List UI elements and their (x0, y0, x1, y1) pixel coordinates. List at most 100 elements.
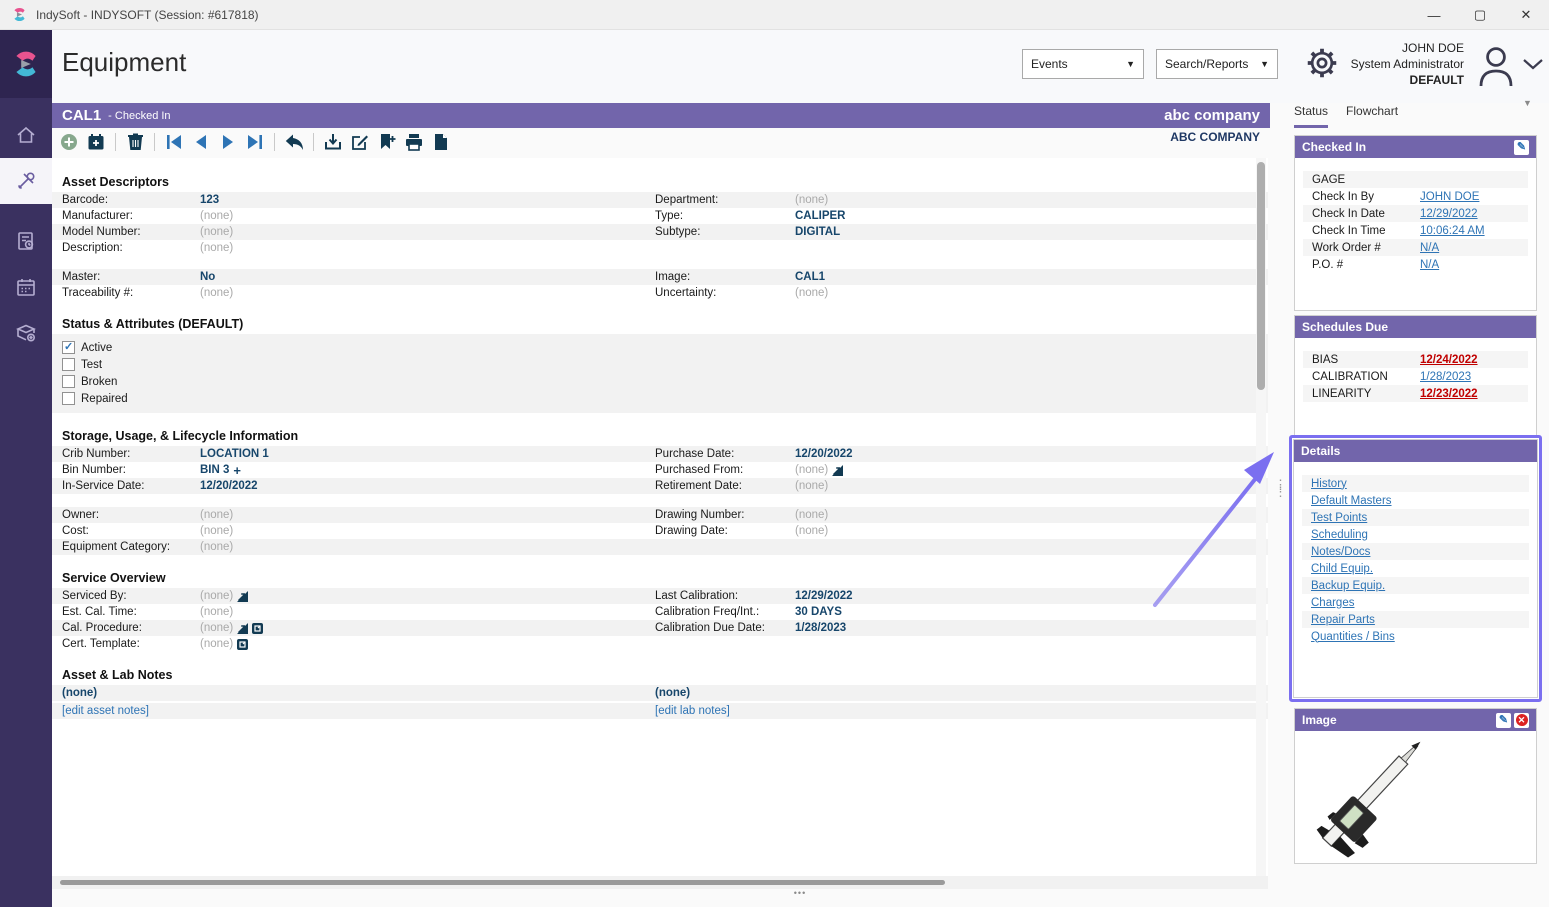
lab-notes-value: (none) (655, 687, 1268, 699)
undo-button[interactable] (283, 131, 305, 153)
sidebar-item-equipment[interactable] (0, 158, 52, 204)
bookmark-add-button[interactable] (376, 131, 398, 153)
field-value: (none) (200, 287, 655, 299)
details-link-charges[interactable]: Charges (1311, 597, 1354, 609)
events-dropdown[interactable]: Events ▼ (1022, 49, 1144, 79)
work-order-link[interactable]: N/A (1420, 242, 1528, 254)
sidebar-item-reports[interactable] (0, 218, 52, 264)
sidebar-item-home[interactable] (0, 112, 52, 158)
details-link-child-equip[interactable]: Child Equip. (1311, 563, 1373, 575)
checkbox-broken[interactable] (62, 375, 75, 388)
field-value: 12/29/2022 (795, 590, 1268, 602)
checkbox-repaired[interactable] (62, 392, 75, 405)
add-record-button[interactable] (58, 131, 80, 153)
field-label: Department: (655, 194, 795, 206)
user-info: JOHN DOE System Administrator DEFAULT (1342, 40, 1464, 88)
edit-lab-notes-link[interactable]: [edit lab notes] (655, 705, 1268, 717)
next-record-button[interactable] (217, 131, 239, 153)
schedule-label: LINEARITY (1312, 388, 1420, 400)
field-value: (none) (200, 590, 233, 602)
print-button[interactable] (403, 131, 425, 153)
details-link-quantities-bins[interactable]: Quantities / Bins (1311, 631, 1395, 643)
po-number-link[interactable]: N/A (1420, 259, 1528, 271)
chevron-down-icon (1520, 56, 1546, 72)
field-value: (none) (200, 509, 655, 521)
field-label: Cal. Procedure: (62, 622, 200, 634)
calendar-add-button[interactable] (85, 131, 107, 153)
attribute-row: Test (62, 356, 1268, 373)
avatar[interactable] (1472, 40, 1520, 90)
check-in-date-link[interactable]: 12/29/2022 (1420, 208, 1528, 220)
checkbox-label: Repaired (81, 393, 128, 405)
settings-button[interactable] (1303, 44, 1343, 84)
collapse-panel-arrow-icon[interactable]: ▼ (1523, 98, 1532, 108)
checked-in-panel-header: Checked In ✎ (1295, 136, 1536, 158)
edit-asset-notes-link[interactable]: [edit asset notes] (62, 705, 655, 717)
field-row: Cost:(none) Drawing Date:(none) (52, 523, 1268, 539)
delete-button[interactable] (124, 131, 146, 153)
delete-image-icon[interactable]: ✕ (1514, 713, 1529, 728)
schedule-row: BIAS 12/24/2022 (1303, 351, 1528, 368)
field-value: (none) (200, 210, 655, 222)
open-window-icon[interactable] (252, 623, 263, 634)
tab-status[interactable]: Status (1294, 104, 1328, 128)
goto-link-icon[interactable] (237, 591, 248, 602)
check-in-by-link[interactable]: JOHN DOE (1420, 191, 1528, 203)
minimize-button[interactable]: — (1411, 0, 1457, 30)
details-link-history[interactable]: History (1311, 478, 1347, 490)
goto-link-icon[interactable] (237, 623, 248, 634)
user-avatar-icon (1472, 40, 1520, 90)
panel-resize-handle[interactable]: ••• (780, 888, 820, 898)
user-menu-button[interactable] (1520, 56, 1549, 76)
add-bin-icon[interactable]: + (233, 463, 241, 478)
checkbox-label: Test (81, 359, 102, 371)
maximize-button[interactable]: ▢ (1457, 0, 1503, 30)
checkbox-label: Broken (81, 376, 117, 388)
details-link-notes-docs[interactable]: Notes/Docs (1311, 546, 1370, 558)
sidebar-item-inventory[interactable] (0, 310, 52, 356)
chevron-down-icon: ▼ (1260, 59, 1269, 69)
bias-due-date-link[interactable]: 12/24/2022 (1420, 354, 1528, 366)
open-window-icon[interactable] (237, 639, 248, 650)
field-value: (none) (795, 509, 1268, 521)
edit-pencil-icon[interactable]: ✎ (1496, 713, 1511, 728)
status-row: GAGE (1303, 171, 1528, 188)
calendar-icon (14, 275, 38, 299)
tab-flowchart[interactable]: Flowchart (1346, 104, 1398, 128)
user-name: JOHN DOE (1342, 40, 1464, 56)
sidebar-item-schedule[interactable] (0, 264, 52, 310)
details-link-backup-equip[interactable]: Backup Equip. (1311, 580, 1385, 592)
details-link-repair-parts[interactable]: Repair Parts (1311, 614, 1375, 626)
previous-record-button[interactable] (190, 131, 212, 153)
details-link-test-points[interactable]: Test Points (1311, 512, 1367, 524)
checkbox-active[interactable] (62, 341, 75, 354)
asset-notes-value: (none) (62, 687, 655, 699)
field-label: Cert. Template: (62, 638, 200, 650)
status-label: P.O. # (1312, 259, 1420, 271)
field-row: Est. Cal. Time:(none) Calibration Freq/I… (52, 604, 1268, 620)
check-in-time-link[interactable]: 10:06:24 AM (1420, 225, 1528, 237)
tools-icon (14, 169, 38, 193)
schedule-row: LINEARITY 12/23/2022 (1303, 385, 1528, 402)
field-label: Description: (62, 242, 200, 254)
edit-pencil-icon[interactable]: ✎ (1514, 140, 1529, 155)
vertical-scrollbar-thumb[interactable] (1257, 162, 1265, 390)
first-record-button[interactable] (163, 131, 185, 153)
search-reports-dropdown[interactable]: Search/Reports ▼ (1156, 49, 1278, 79)
linearity-due-date-link[interactable]: 12/23/2022 (1420, 388, 1528, 400)
checkbox-test[interactable] (62, 358, 75, 371)
goto-link-icon[interactable] (832, 465, 843, 476)
details-link-default-masters[interactable]: Default Masters (1311, 495, 1392, 507)
edit-record-button[interactable] (349, 131, 371, 153)
document-button[interactable] (430, 131, 452, 153)
field-row: Barcode:123 Department:(none) (52, 192, 1268, 208)
panel-splitter-handle[interactable]: ⋮⋮ (1274, 481, 1287, 495)
close-button[interactable]: ✕ (1503, 0, 1549, 30)
window-title: IndySoft - INDYSOFT (Session: #617818) (36, 8, 259, 22)
details-link-scheduling[interactable]: Scheduling (1311, 529, 1368, 541)
last-record-button[interactable] (244, 131, 266, 153)
calibration-due-date-link[interactable]: 1/28/2023 (1420, 371, 1528, 383)
field-value: CALIPER (795, 210, 1268, 222)
horizontal-scrollbar-thumb[interactable] (60, 880, 945, 885)
import-button[interactable] (322, 131, 344, 153)
